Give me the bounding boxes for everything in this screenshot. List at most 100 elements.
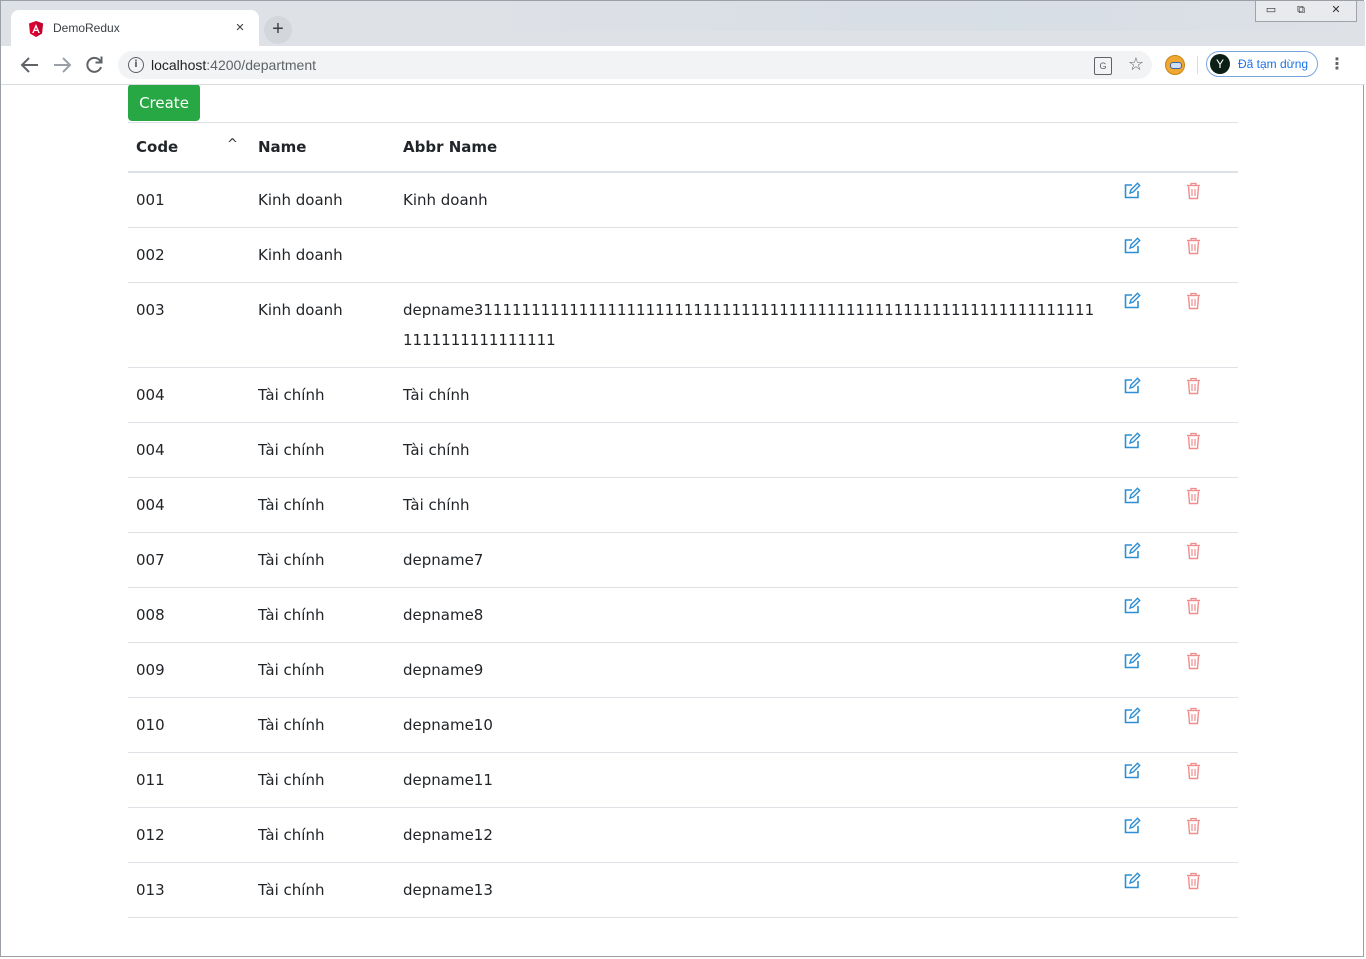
- cell-code: 011: [136, 771, 165, 789]
- cell-abbr-name: depname13: [403, 881, 493, 899]
- column-header-code[interactable]: Code: [136, 138, 178, 156]
- cell-name: Tài chính: [258, 881, 325, 899]
- star-icon[interactable]: ☆: [1128, 54, 1144, 75]
- new-tab-button[interactable]: +: [264, 16, 292, 44]
- trash-icon[interactable]: [1186, 597, 1201, 615]
- profile-button[interactable]: Y Đã tạm dừng: [1206, 51, 1318, 77]
- create-button[interactable]: Create: [128, 85, 200, 121]
- trash-icon[interactable]: [1186, 182, 1201, 200]
- restore-button[interactable]: ⧉: [1286, 1, 1316, 19]
- cell-name: Kinh doanh: [258, 301, 343, 319]
- edit-icon[interactable]: [1123, 182, 1141, 200]
- department-table: Code ^ Name Abbr Name 001 Kinh doanh Kin…: [128, 122, 1238, 918]
- cell-abbr-name: depname311111111111111111111111111111111…: [403, 301, 1095, 349]
- trash-icon[interactable]: [1186, 762, 1201, 780]
- cell-name: Tài chính: [258, 771, 325, 789]
- tab-demoredux[interactable]: DemoRedux ×: [11, 10, 259, 47]
- cell-name: Tài chính: [258, 661, 325, 679]
- avatar: Y: [1210, 54, 1230, 74]
- cell-abbr-name: Kinh doanh: [403, 191, 488, 209]
- cell-code: 007: [136, 551, 165, 569]
- cell-code: 003: [136, 301, 165, 319]
- url-path: :4200/department: [206, 57, 317, 73]
- trash-icon[interactable]: [1186, 817, 1201, 835]
- table-header: Code ^ Name Abbr Name: [128, 122, 1238, 173]
- trash-icon[interactable]: [1186, 237, 1201, 255]
- cell-name: Kinh doanh: [258, 191, 343, 209]
- cell-code: 001: [136, 191, 165, 209]
- kebab-menu-icon[interactable]: ⋮: [1329, 54, 1345, 73]
- cell-abbr-name: depname10: [403, 716, 493, 734]
- tab-title: DemoRedux: [53, 21, 120, 35]
- edit-icon[interactable]: [1123, 292, 1141, 310]
- extension-icon[interactable]: [1165, 55, 1185, 75]
- tab-strip-background: [465, 1, 1365, 31]
- cell-abbr-name: Tài chính: [403, 441, 470, 459]
- arrow-right-icon[interactable]: [50, 53, 74, 77]
- trash-icon[interactable]: [1186, 487, 1201, 505]
- cell-abbr-name: depname12: [403, 826, 493, 844]
- cell-name: Tài chính: [258, 551, 325, 569]
- cell-abbr-name: Tài chính: [403, 496, 470, 514]
- edit-icon[interactable]: [1123, 707, 1141, 725]
- cell-name: Tài chính: [258, 496, 325, 514]
- edit-icon[interactable]: [1123, 237, 1141, 255]
- edit-icon[interactable]: [1123, 762, 1141, 780]
- edit-icon[interactable]: [1123, 432, 1141, 450]
- arrow-left-icon[interactable]: [18, 53, 42, 77]
- tab-strip: DemoRedux × + ▭ ⧉ ✕: [1, 1, 1365, 47]
- table-body: 001 Kinh doanh Kinh doanh 002 Kinh doanh…: [128, 173, 1238, 918]
- trash-icon[interactable]: [1186, 292, 1201, 310]
- edit-icon[interactable]: [1123, 542, 1141, 560]
- trash-icon[interactable]: [1186, 432, 1201, 450]
- cell-code: 002: [136, 246, 165, 264]
- cell-code: 008: [136, 606, 165, 624]
- cell-code: 013: [136, 881, 165, 899]
- table-row: 004 Tài chính Tài chính: [128, 423, 1238, 478]
- angular-icon: [29, 21, 43, 37]
- info-icon[interactable]: i: [128, 57, 144, 73]
- url-host: localhost: [151, 57, 207, 73]
- minimize-button[interactable]: ▭: [1256, 1, 1286, 19]
- edit-icon[interactable]: [1123, 817, 1141, 835]
- edit-icon[interactable]: [1123, 652, 1141, 670]
- cell-abbr-name: depname11: [403, 771, 493, 789]
- browser-toolbar: i localhost:4200/department G ☆ Y Đã tạm…: [1, 46, 1365, 85]
- close-window-button[interactable]: ✕: [1316, 1, 1356, 19]
- edit-icon[interactable]: [1123, 597, 1141, 615]
- table-row: 013 Tài chính depname13: [128, 863, 1238, 918]
- cell-name: Tài chính: [258, 716, 325, 734]
- address-bar[interactable]: i localhost:4200/department G ☆: [118, 51, 1152, 79]
- column-header-name[interactable]: Name: [258, 138, 306, 156]
- cell-code: 004: [136, 496, 165, 514]
- column-header-abbr-name[interactable]: Abbr Name: [403, 138, 497, 156]
- sort-ascending-icon[interactable]: ^: [227, 137, 238, 152]
- cell-abbr-name: depname9: [403, 661, 484, 679]
- table-row: 011 Tài chính depname11: [128, 753, 1238, 808]
- table-row: 009 Tài chính depname9: [128, 643, 1238, 698]
- trash-icon[interactable]: [1186, 707, 1201, 725]
- trash-icon[interactable]: [1186, 652, 1201, 670]
- cell-code: 004: [136, 441, 165, 459]
- cell-name: Tài chính: [258, 441, 325, 459]
- cell-code: 010: [136, 716, 165, 734]
- edit-icon[interactable]: [1123, 377, 1141, 395]
- url-text[interactable]: localhost:4200/department: [151, 57, 316, 73]
- translate-icon[interactable]: G: [1094, 57, 1112, 75]
- reload-icon[interactable]: [82, 53, 106, 77]
- table-row: 004 Tài chính Tài chính: [128, 478, 1238, 533]
- trash-icon[interactable]: [1186, 542, 1201, 560]
- tab-close-icon[interactable]: ×: [231, 19, 249, 37]
- table-row: 004 Tài chính Tài chính: [128, 368, 1238, 423]
- cell-abbr-name: depname8: [403, 606, 484, 624]
- profile-status-label: Đã tạm dừng: [1238, 57, 1309, 71]
- cell-name: Kinh doanh: [258, 246, 343, 264]
- trash-icon[interactable]: [1186, 377, 1201, 395]
- trash-icon[interactable]: [1186, 872, 1201, 890]
- table-row: 010 Tài chính depname10: [128, 698, 1238, 753]
- window-controls: ▭ ⧉ ✕: [1255, 1, 1357, 22]
- cell-abbr-name: Tài chính: [403, 386, 470, 404]
- edit-icon[interactable]: [1123, 487, 1141, 505]
- cell-code: 004: [136, 386, 165, 404]
- edit-icon[interactable]: [1123, 872, 1141, 890]
